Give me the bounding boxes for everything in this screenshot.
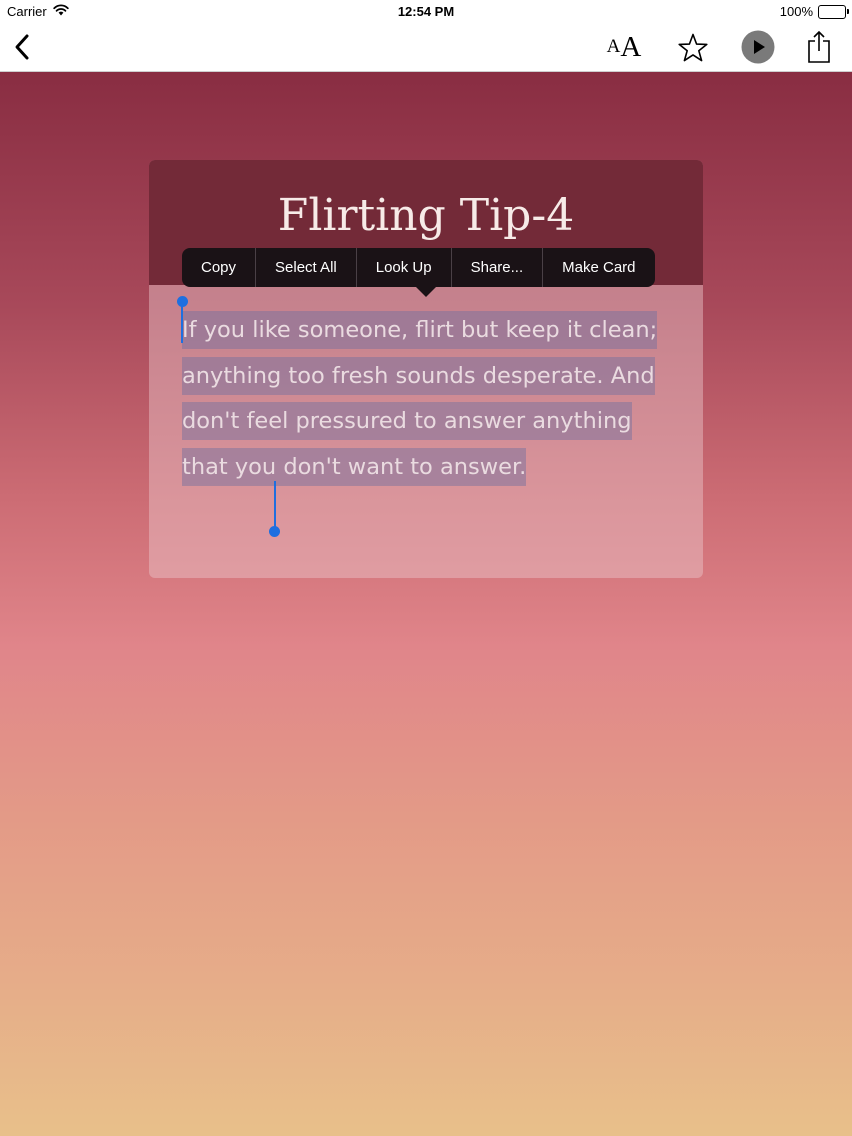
battery-percent: 100%	[779, 4, 813, 19]
navigation-bar: AA	[0, 24, 852, 72]
selection-end-handle[interactable]	[269, 526, 280, 537]
star-icon	[678, 33, 708, 62]
font-size-button[interactable]: AA	[600, 30, 648, 64]
share-icon	[808, 30, 830, 63]
card-title: Flirting Tip-4	[277, 190, 575, 241]
status-time: 12:54 PM	[397, 4, 455, 19]
play-icon	[741, 30, 775, 64]
selection-start-caret	[181, 305, 183, 343]
status-bar: Carrier 12:54 PM 100%	[0, 0, 852, 24]
battery-status: 100%	[779, 4, 849, 19]
font-size-small-glyph: A	[606, 36, 621, 57]
favorite-button[interactable]	[673, 28, 713, 68]
font-size-big-glyph: A	[620, 30, 642, 63]
menu-item-look-up[interactable]: Look Up	[357, 248, 452, 287]
tip-card: Flirting Tip-4 If you like someone, flir…	[149, 160, 703, 578]
play-button[interactable]	[740, 29, 776, 65]
selection-end-caret	[274, 481, 276, 527]
menu-item-select-all[interactable]: Select All	[256, 248, 357, 287]
edit-context-menu: Copy Select All Look Up Share... Make Ca…	[182, 248, 655, 287]
menu-item-copy[interactable]: Copy	[182, 248, 257, 287]
back-button[interactable]	[6, 30, 38, 64]
menu-item-share[interactable]: Share...	[452, 248, 544, 287]
battery-icon	[818, 4, 849, 19]
menu-item-make-card[interactable]: Make Card	[543, 248, 654, 287]
card-body-text[interactable]: If you like someone, flirt but keep it c…	[182, 308, 682, 490]
share-button[interactable]	[804, 28, 834, 66]
chevron-left-icon	[15, 34, 29, 60]
context-menu-pointer	[416, 287, 436, 297]
selected-text[interactable]: If you like someone, flirt but keep it c…	[182, 311, 658, 486]
